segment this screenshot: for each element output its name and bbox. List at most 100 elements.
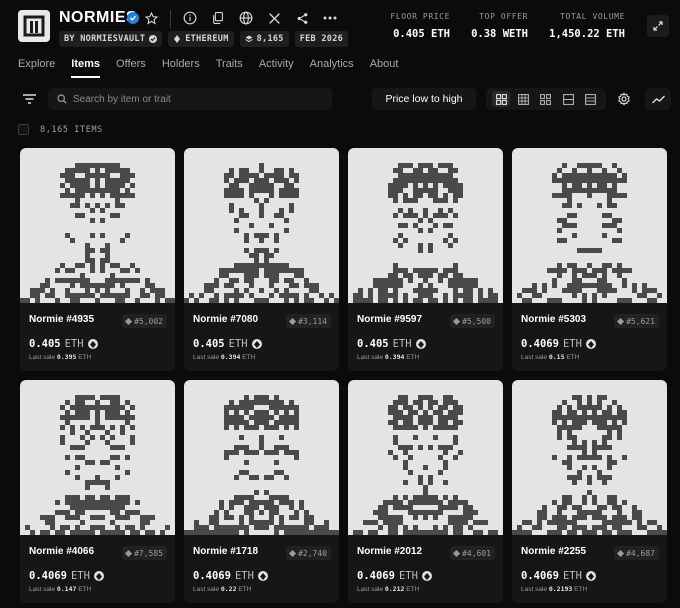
table-icon: [585, 93, 597, 105]
gear-icon: [618, 92, 630, 106]
tab-analytics[interactable]: Analytics: [310, 58, 354, 78]
last-sale-value: 0.394: [384, 353, 405, 361]
tab-items[interactable]: Items: [71, 58, 101, 78]
search-input[interactable]: Search by item or trait: [48, 88, 332, 110]
x-icon[interactable]: [266, 10, 282, 26]
price-value: 0.4069: [29, 570, 67, 582]
rarity-rank: #4,601: [462, 548, 491, 558]
last-sale: Last sale 0.147 ETH: [29, 585, 91, 593]
tab-explore[interactable]: Explore: [18, 58, 55, 78]
copy-icon[interactable]: [209, 10, 225, 26]
last-sale: Last sale 0.394 ETH: [193, 353, 255, 361]
last-sale: Last sale 0.212 ETH: [357, 585, 419, 593]
grid-small-icon: [540, 93, 552, 105]
eth-badge-icon: [585, 571, 596, 581]
select-all-checkbox[interactable]: [18, 124, 29, 135]
last-sale-label: Last sale: [521, 586, 548, 593]
view-small-grid-button[interactable]: [537, 91, 555, 107]
eth-badge-icon: [585, 339, 596, 349]
collection-chips: BY NORMIESVAULT ETHEREUM 8,165 FEB 2026: [59, 31, 349, 47]
price-value: 0.405: [193, 338, 225, 350]
price-value: 0.405: [29, 338, 61, 350]
item-price: 0.4069 ETH: [521, 338, 596, 350]
item-card[interactable]: Normie #2012 #4,601 0.4069 ETH Last sale…: [348, 380, 503, 603]
supply-label: 8,165: [256, 34, 284, 44]
last-sale-currency: ETH: [238, 586, 252, 593]
item-name: Normie #1718: [193, 546, 259, 557]
grid-medium-icon: [518, 93, 529, 105]
creator-chip[interactable]: BY NORMIESVAULT: [59, 31, 163, 47]
more-icon[interactable]: [322, 10, 338, 26]
item-card[interactable]: Normie #1718 #2,740 0.4069 ETH Last sale…: [184, 380, 339, 603]
eth-badge-icon: [415, 339, 426, 349]
view-table-button[interactable]: [582, 91, 600, 107]
tab-traits[interactable]: Traits: [216, 58, 243, 78]
rarity-rank: #5,500: [462, 316, 491, 326]
last-sale-currency: ETH: [574, 586, 588, 593]
last-sale-label: Last sale: [29, 354, 56, 361]
last-sale-label: Last sale: [357, 354, 384, 361]
info-icon[interactable]: [182, 10, 198, 26]
view-medium-grid-button[interactable]: [515, 91, 533, 107]
tab-holders[interactable]: Holders: [162, 58, 200, 78]
star-icon[interactable]: [143, 10, 159, 26]
item-price: 0.4069 ETH: [521, 570, 596, 582]
expand-icon: [653, 21, 663, 31]
settings-button[interactable]: [612, 88, 636, 110]
item-card[interactable]: Normie #4935 #5,002 0.405 ETH Last sale …: [20, 148, 175, 371]
last-sale-label: Last sale: [193, 586, 220, 593]
item-count: 8,165 ITEMS: [40, 124, 103, 135]
item-card[interactable]: Normie #4066 #7,585 0.4069 ETH Last sale…: [20, 380, 175, 603]
last-sale-value: 0.395: [56, 353, 77, 361]
list-icon: [562, 93, 574, 105]
item-name: Normie #9597: [357, 314, 423, 325]
view-mode-group: [486, 88, 606, 110]
analytics-chart-button[interactable]: [645, 88, 671, 110]
price-currency: ETH: [392, 338, 412, 350]
sort-dropdown[interactable]: Price low to high: [372, 88, 476, 110]
rarity-diamond-icon: [289, 317, 297, 325]
collection-logo: [18, 10, 50, 42]
tab-activity[interactable]: Activity: [259, 58, 294, 78]
nft-artwork: [184, 380, 339, 535]
tab-offers[interactable]: Offers: [116, 58, 146, 78]
last-sale: Last sale 0.395 ETH: [29, 353, 91, 361]
layers-icon: [244, 35, 253, 43]
nft-artwork: [20, 148, 175, 303]
eth-badge-icon: [251, 339, 262, 349]
last-sale-label: Last sale: [29, 586, 56, 593]
eth-badge-icon: [87, 339, 98, 349]
item-name: Normie #4935: [29, 314, 95, 325]
rarity-rank-badge: #4,601: [450, 546, 495, 560]
filter-icon: [22, 94, 36, 104]
item-price: 0.405 ETH: [193, 338, 262, 350]
expand-button[interactable]: [647, 15, 669, 37]
last-sale-value: 0.22: [220, 585, 237, 593]
share-icon[interactable]: [294, 10, 310, 26]
view-list-button[interactable]: [559, 91, 577, 107]
item-card[interactable]: Normie #2255 #4,687 0.4069 ETH Last sale…: [512, 380, 667, 603]
item-card[interactable]: Normie #9597 #5,500 0.405 ETH Last sale …: [348, 148, 503, 371]
item-name: Normie #7080: [193, 314, 259, 325]
date-chip: FEB 2026: [294, 31, 349, 47]
stat-floor-price: FLOOR PRICE 0.405 ETH: [380, 12, 450, 40]
item-name: Normie #5303: [521, 314, 587, 325]
last-sale-value: 0.394: [220, 353, 241, 361]
filter-button[interactable]: [18, 88, 40, 110]
last-sale: Last sale 0.2193 ETH: [521, 585, 587, 593]
item-price: 0.405 ETH: [29, 338, 98, 350]
item-card[interactable]: Normie #7080 #3,114 0.405 ETH Last sale …: [184, 148, 339, 371]
item-price: 0.4069 ETH: [357, 570, 432, 582]
globe-icon[interactable]: [238, 10, 254, 26]
chain-label: ETHEREUM: [185, 34, 229, 44]
tab-about[interactable]: About: [370, 58, 399, 78]
rarity-diamond-icon: [617, 317, 625, 325]
price-currency: ETH: [70, 570, 90, 582]
grid-large-icon: [495, 93, 507, 105]
item-count-row: 8,165 ITEMS: [18, 124, 103, 135]
rarity-rank: #2,740: [298, 548, 327, 558]
item-card[interactable]: Normie #5303 #5,621 0.4069 ETH Last sale…: [512, 148, 667, 371]
price-value: 0.4069: [193, 570, 231, 582]
chain-chip[interactable]: ETHEREUM: [168, 31, 234, 47]
view-large-grid-button[interactable]: [492, 91, 511, 107]
